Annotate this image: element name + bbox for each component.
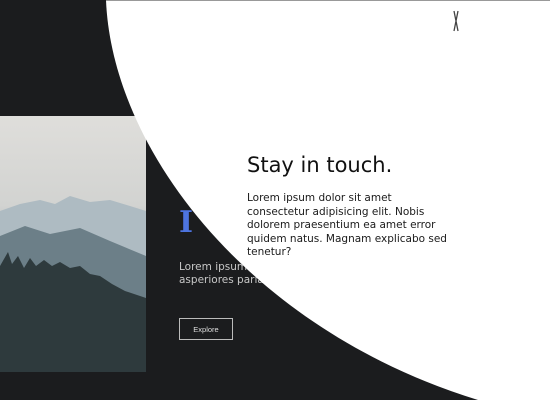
close-button[interactable] — [449, 9, 463, 33]
close-icon — [453, 10, 459, 32]
modal-title: Stay in touch. — [247, 153, 393, 177]
modal-body: Lorem ipsum dolor sit amet consectetur a… — [247, 192, 447, 258]
divider — [106, 0, 550, 1]
